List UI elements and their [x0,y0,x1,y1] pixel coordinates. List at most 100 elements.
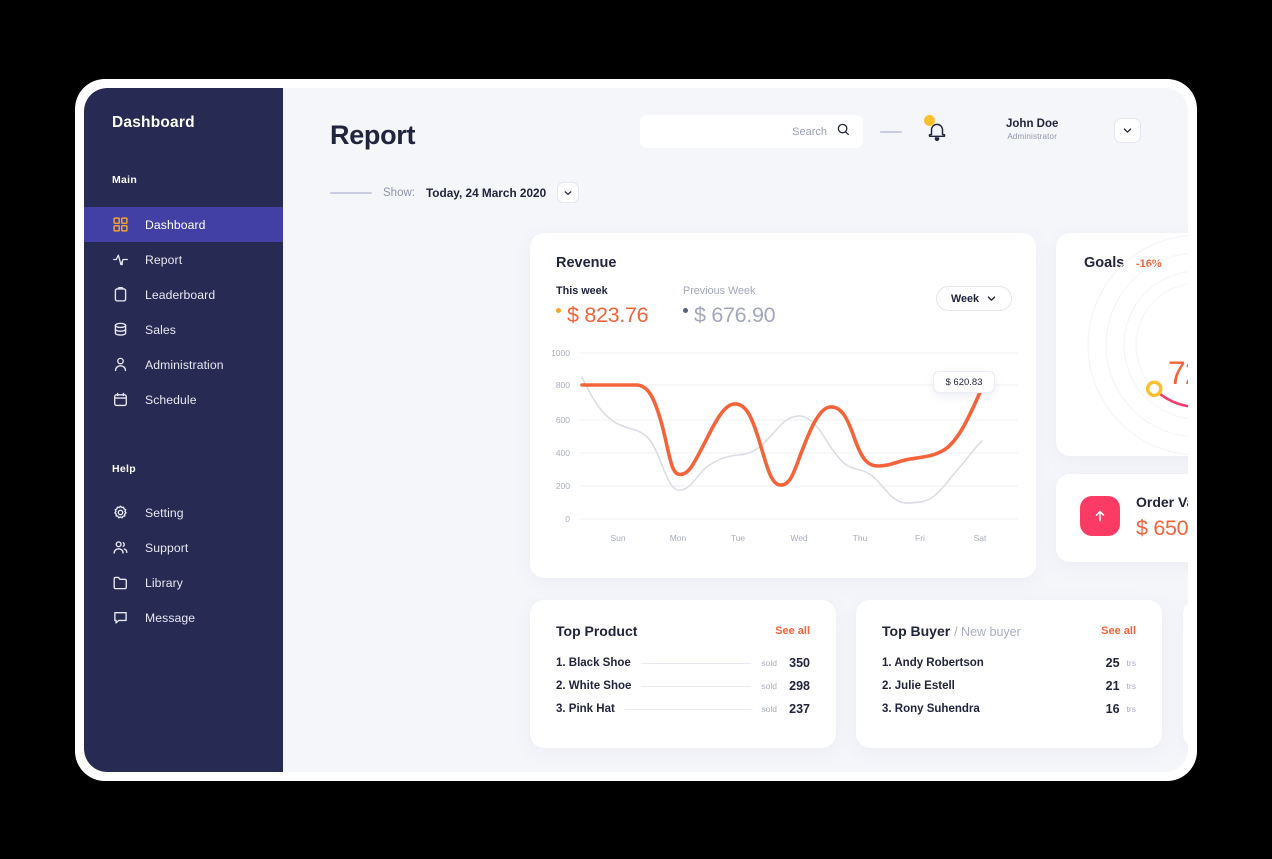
svg-text:Fri: Fri [915,533,925,543]
arrow-up-icon [1080,496,1120,536]
top-buyer-title: Top Buyer / New buyer [882,623,1021,639]
visitors-card: Visitors avg 820 per day [1183,600,1188,748]
app-window: Dashboard Main Dashboard Report Leaderbo… [75,79,1197,781]
order-value-amount: $ 650.92 [1136,516,1188,540]
buyer-unit: trs [1126,681,1136,691]
table-row: 2. White Shoe sold 298 [556,678,810,694]
user-role: Administrator [1007,132,1058,141]
sidebar-item-label: Library [145,575,183,590]
goals-card: Goals -16% 72% [1056,233,1188,456]
product-unit: sold [761,704,777,714]
user-menu-button[interactable] [1114,118,1141,143]
sidebar-section-help: Help [112,463,136,475]
sidebar-item-label: Dashboard [145,217,206,232]
sidebar-item-report[interactable]: Report [84,242,283,277]
buyer-unit: trs [1126,704,1136,714]
revenue-card: Revenue This week $ 823.76 Previous Week… [530,233,1036,578]
sidebar-item-label: Report [145,252,183,267]
visitors-value: 820 [1183,658,1188,698]
revenue-previous-week-amount-wrap: $ 676.90 [683,303,776,328]
sidebar-item-dashboard[interactable]: Dashboard [84,207,283,242]
product-unit: sold [761,681,777,691]
sidebar-item-sales[interactable]: Sales [84,312,283,347]
page-title: Report [330,120,416,150]
revenue-this-week-value: $ 823.76 [567,303,649,327]
database-icon [112,321,129,338]
sidebar-item-schedule[interactable]: Schedule [84,382,283,417]
chart-tooltip: $ 620.83 [933,371,995,393]
top-buyer-see-all[interactable]: See all [1101,625,1136,637]
top-product-title: Top Product [556,623,638,639]
sidebar-item-label: Sales [145,322,176,337]
user-icon [112,356,129,373]
revenue-range-select[interactable]: Week [936,286,1012,311]
buyer-value: 16 [1105,702,1120,716]
svg-text:Tue: Tue [731,533,746,543]
sidebar-item-library[interactable]: Library [84,565,283,600]
top-buyer-card: Top Buyer / New buyer See all 1. Andy Ro… [856,600,1162,748]
notification-bell-button[interactable] [923,115,949,146]
table-row: 3. Pink Hat sold 237 [556,701,810,717]
chart-series-this-week [580,383,984,487]
visitors-subtitle: avg [1183,642,1188,654]
svg-text:Thu: Thu [853,533,868,543]
table-row: 2. Julie Estell 21 trs [882,678,1136,694]
chart-y-ticks: 1000 800 600 400 200 0 [551,348,570,524]
brand-title: Dashboard [112,114,195,131]
table-row: 1. Black Shoe sold 350 [556,655,810,671]
buyer-value: 25 [1105,656,1120,670]
order-value-title: Order Value [1136,494,1188,510]
svg-text:Mon: Mon [670,533,687,543]
filter-bar: Show: Today, 24 March 2020 [330,182,580,203]
sidebar-item-label: Message [145,610,196,625]
buyer-name: 2. Julie Estell [882,680,955,692]
chevron-down-icon [1123,128,1132,133]
svg-text:400: 400 [556,448,570,458]
chart-x-ticks: Sun Mon Tue Wed Thu Fri Sat [610,533,987,543]
revenue-range-label: Week [950,292,979,305]
top-buyer-title-main: Top Buyer [882,623,951,639]
notification-badge-dot [924,115,935,126]
row-divider [641,685,752,687]
sidebar-item-support[interactable]: Support [84,530,283,565]
sidebar-item-label: Schedule [145,392,197,407]
svg-text:Wed: Wed [790,533,808,543]
clipboard-icon [112,286,129,303]
revenue-previous-week-value: $ 676.90 [694,303,776,327]
calendar-icon [112,391,129,408]
user-profile[interactable]: John Doe Administrator [1006,118,1058,141]
svg-text:Sat: Sat [974,533,987,543]
user-name: John Doe [1006,118,1059,130]
product-value: 350 [789,656,810,670]
sidebar: Dashboard Main Dashboard Report Leaderbo… [84,88,283,772]
table-row: 1. Andy Robertson 25 trs [882,655,1136,671]
top-product-see-all[interactable]: See all [775,625,810,637]
legend-dot-this-week [556,308,561,313]
sidebar-item-label: Administration [145,357,224,372]
svg-text:0: 0 [565,514,570,524]
product-value: 298 [789,679,810,693]
header-divider [880,131,902,133]
goals-donut-chart [1087,234,1188,456]
sidebar-item-administration[interactable]: Administration [84,347,283,382]
search-input[interactable] [640,115,829,148]
search-box[interactable] [640,115,863,148]
window-inner: Dashboard Main Dashboard Report Leaderbo… [84,88,1188,772]
filter-dropdown-button[interactable] [557,182,580,203]
sidebar-item-leaderboard[interactable]: Leaderboard [84,277,283,312]
order-value-card: Order Value $ 650.92 + 20% [1056,474,1188,562]
row-divider [624,708,752,710]
search-icon[interactable] [836,122,851,142]
product-unit: sold [761,658,777,668]
sidebar-item-setting[interactable]: Setting [84,495,283,530]
sidebar-item-message[interactable]: Message [84,600,283,635]
legend-dot-previous-week [683,308,688,313]
top-buyer-subtitle: / New buyer [954,625,1021,639]
goals-decorative-rings [1087,234,1188,456]
svg-text:800: 800 [556,380,570,390]
sidebar-item-label: Leaderboard [145,287,216,302]
chat-bubble-icon [112,609,129,626]
svg-text:1000: 1000 [551,348,570,358]
buyer-name: 3. Rony Suhendra [882,703,980,715]
visitors-period-select[interactable]: per day [1183,704,1188,716]
